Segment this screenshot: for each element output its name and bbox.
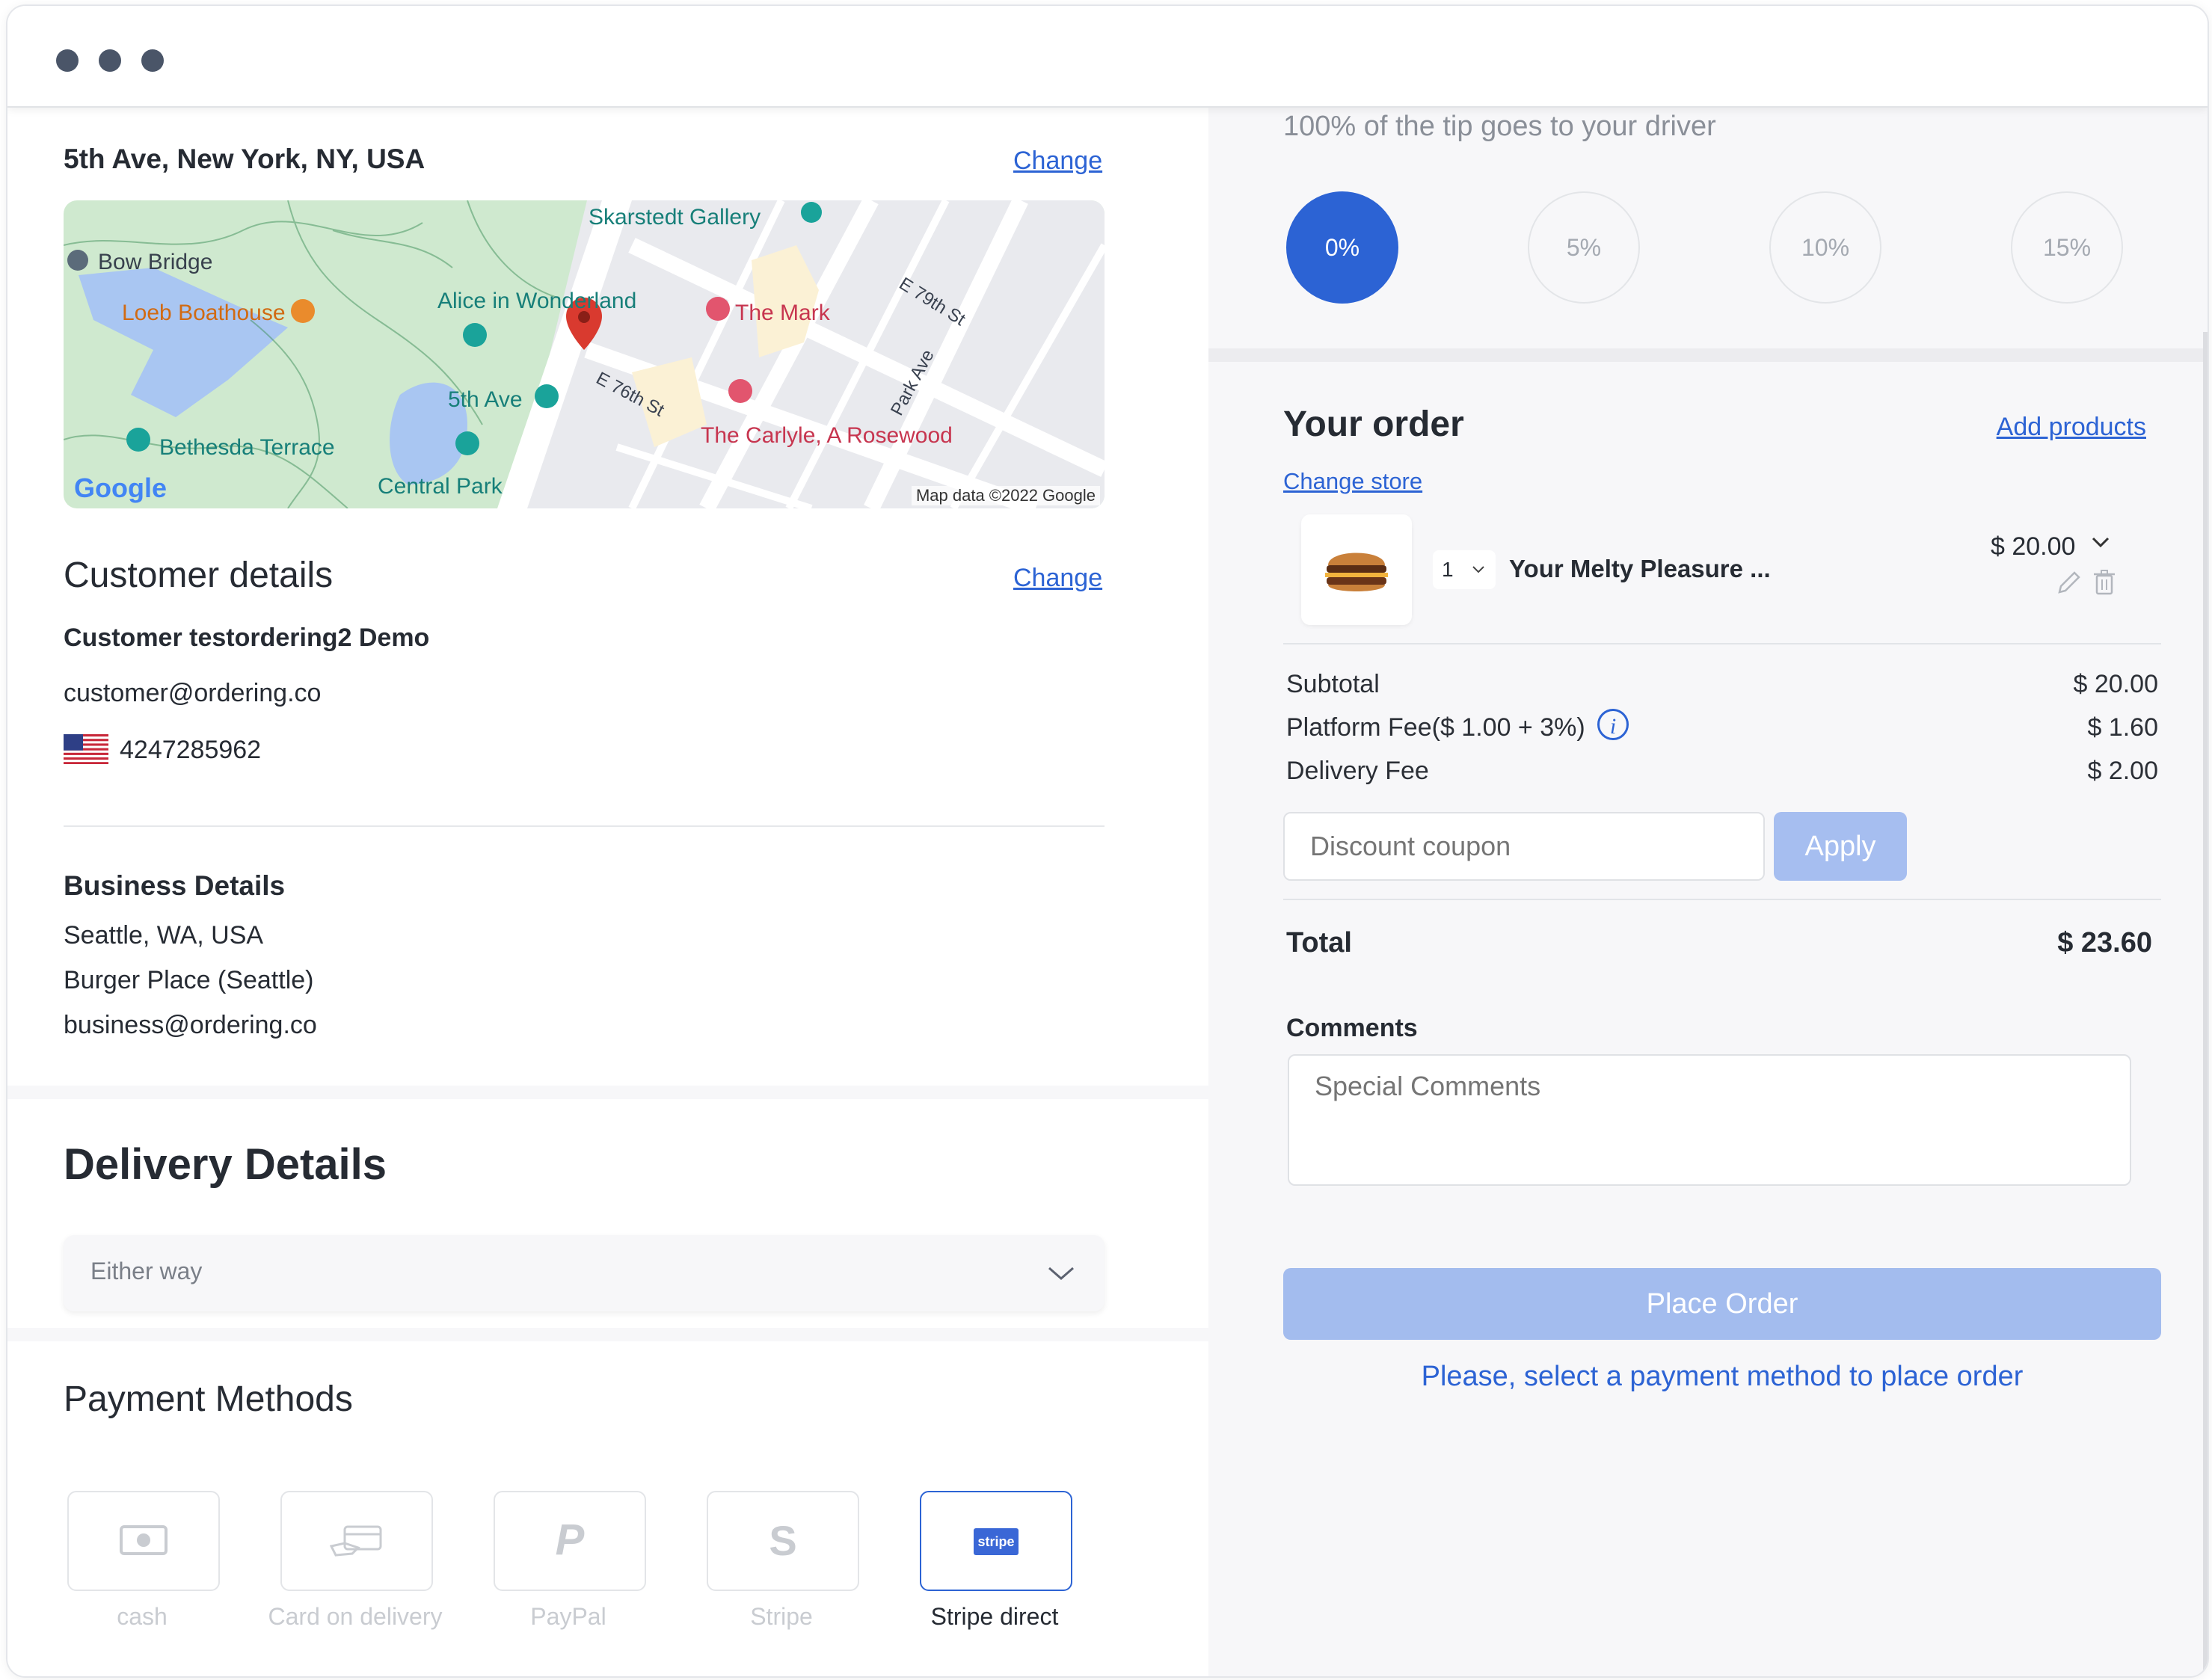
change-customer-link[interactable]: Change (1013, 564, 1102, 593)
window-maximize-dot[interactable] (141, 49, 164, 72)
map-label-loeb-boathouse: Loeb Boathouse (122, 301, 286, 325)
map-label-the-mark: The Mark (735, 301, 830, 325)
business-details-heading: Business Details (64, 870, 286, 901)
trash-icon[interactable] (2092, 568, 2116, 597)
checkout-left-column: 5th Ave, New York, NY, USA Change Bow Br… (7, 108, 1208, 1676)
map-label-central-park: Central Park (378, 474, 503, 499)
section-separator (1208, 348, 2208, 362)
divider (1283, 899, 2161, 900)
payment-method-paypal[interactable]: P (494, 1491, 646, 1591)
browser-window: 5th Ave, New York, NY, USA Change Bow Br… (6, 4, 2209, 1678)
map-label-alice: Alice in Wonderland (437, 289, 637, 313)
stripe-s-icon: S (769, 1517, 797, 1564)
payment-methods-heading: Payment Methods (64, 1379, 353, 1419)
info-icon[interactable]: i (1597, 709, 1629, 740)
divider (64, 825, 1105, 827)
map-label-bow-bridge: Bow Bridge (98, 250, 213, 274)
customer-phone: 4247285962 (120, 736, 262, 764)
payment-method-cash[interactable] (67, 1491, 220, 1591)
map-view[interactable]: Bow Bridge Loeb Boathouse Alice in Wonde… (64, 200, 1105, 508)
payment-method-card-on-delivery[interactable] (280, 1491, 433, 1591)
tip-note: 100% of the tip goes to your driver (1283, 111, 1716, 142)
scrollbar[interactable] (2203, 332, 2208, 1676)
tip-option-15[interactable]: 15% (2011, 191, 2123, 304)
order-summary-column: 100% of the tip goes to your driver 0% 5… (1208, 108, 2208, 1676)
platform-fee-value: $ 1.60 (2087, 713, 2158, 742)
delivery-fee-value: $ 2.00 (2087, 757, 2158, 785)
total-label: Total (1286, 927, 1352, 959)
discount-coupon-input[interactable] (1283, 812, 1765, 881)
subtotal-label: Subtotal (1286, 670, 1380, 698)
payment-method-label-stripe-direct: Stripe direct (930, 1603, 1059, 1630)
window-close-dot[interactable] (56, 49, 79, 72)
card-delivery-icon (330, 1525, 382, 1557)
payment-method-label-paypal: PayPal (530, 1603, 606, 1630)
apply-coupon-button[interactable]: Apply (1774, 812, 1907, 881)
quantity-select[interactable]: 1 (1433, 550, 1496, 589)
burger-icon (1325, 553, 1388, 591)
comments-label: Comments (1286, 1014, 1418, 1042)
business-email: business@ordering.co (64, 1011, 317, 1039)
map-attribution: Map data ©2022 Google (911, 486, 1100, 505)
chevron-down-icon[interactable] (2091, 535, 2110, 549)
business-name: Burger Place (Seattle) (64, 966, 314, 994)
payment-method-label-card-on-delivery: Card on delivery (268, 1603, 443, 1630)
chevron-down-icon (1472, 566, 1484, 573)
add-products-link[interactable]: Add products (1997, 413, 2146, 442)
tip-option-10[interactable]: 10% (1769, 191, 1881, 304)
delivery-details-heading: Delivery Details (64, 1140, 387, 1189)
product-price: $ 20.00 (1991, 532, 2076, 561)
change-store-link[interactable]: Change store (1283, 468, 1422, 495)
window-minimize-dot[interactable] (99, 49, 121, 72)
total-value: $ 23.60 (2057, 927, 2152, 959)
product-name: Your Melty Pleasure ... (1509, 555, 1771, 582)
paypal-icon: P (555, 1516, 585, 1564)
payment-method-stripe-direct[interactable]: stripe (920, 1491, 1072, 1591)
platform-fee-label: Platform Fee($ 1.00 + 3%) (1286, 713, 1585, 742)
payment-method-stripe[interactable]: S (707, 1491, 859, 1591)
tip-option-0[interactable]: 0% (1286, 191, 1398, 304)
business-address: Seattle, WA, USA (64, 921, 264, 950)
payment-method-label-cash: cash (117, 1603, 168, 1630)
cash-icon (120, 1525, 168, 1555)
payment-method-warning: Please, select a payment method to place… (1421, 1361, 2024, 1392)
tip-option-5[interactable]: 5% (1528, 191, 1640, 304)
payment-method-label-stripe: Stripe (750, 1603, 813, 1630)
delivery-option-select[interactable]: Either way (64, 1235, 1105, 1311)
place-order-button[interactable]: Place Order (1283, 1268, 2161, 1340)
stripe-logo-icon: stripe (974, 1528, 1019, 1555)
delivery-option-value: Either way (90, 1258, 203, 1284)
section-separator (7, 1328, 1208, 1341)
divider (1283, 643, 2161, 644)
map-label-carlyle: The Carlyle, A Rosewood (701, 423, 953, 448)
change-address-link[interactable]: Change (1013, 147, 1102, 176)
google-logo: Google (74, 473, 167, 503)
map-graphic (64, 200, 1105, 508)
chevron-down-icon (1048, 1267, 1074, 1280)
us-flag-icon (64, 734, 108, 764)
quantity-value: 1 (1442, 558, 1454, 581)
edit-pencil-icon[interactable] (2055, 570, 2082, 597)
your-order-heading: Your order (1283, 404, 1464, 444)
map-label-bethesda: Bethesda Terrace (159, 435, 335, 460)
customer-name: Customer testordering2 Demo (64, 624, 430, 652)
customer-details-heading: Customer details (64, 556, 334, 595)
product-image (1301, 514, 1412, 625)
map-label-5th-ave: 5th Ave (448, 387, 523, 412)
address-title: 5th Ave, New York, NY, USA (64, 144, 425, 174)
window-titlebar (7, 6, 2208, 108)
subtotal-value: $ 20.00 (2073, 670, 2158, 698)
delivery-fee-label: Delivery Fee (1286, 757, 1429, 785)
map-label-skarstedt: Skarstedt Gallery (589, 205, 761, 230)
special-comments-textarea[interactable] (1288, 1054, 2131, 1186)
section-separator (7, 1086, 1208, 1099)
customer-email: customer@ordering.co (64, 679, 322, 707)
